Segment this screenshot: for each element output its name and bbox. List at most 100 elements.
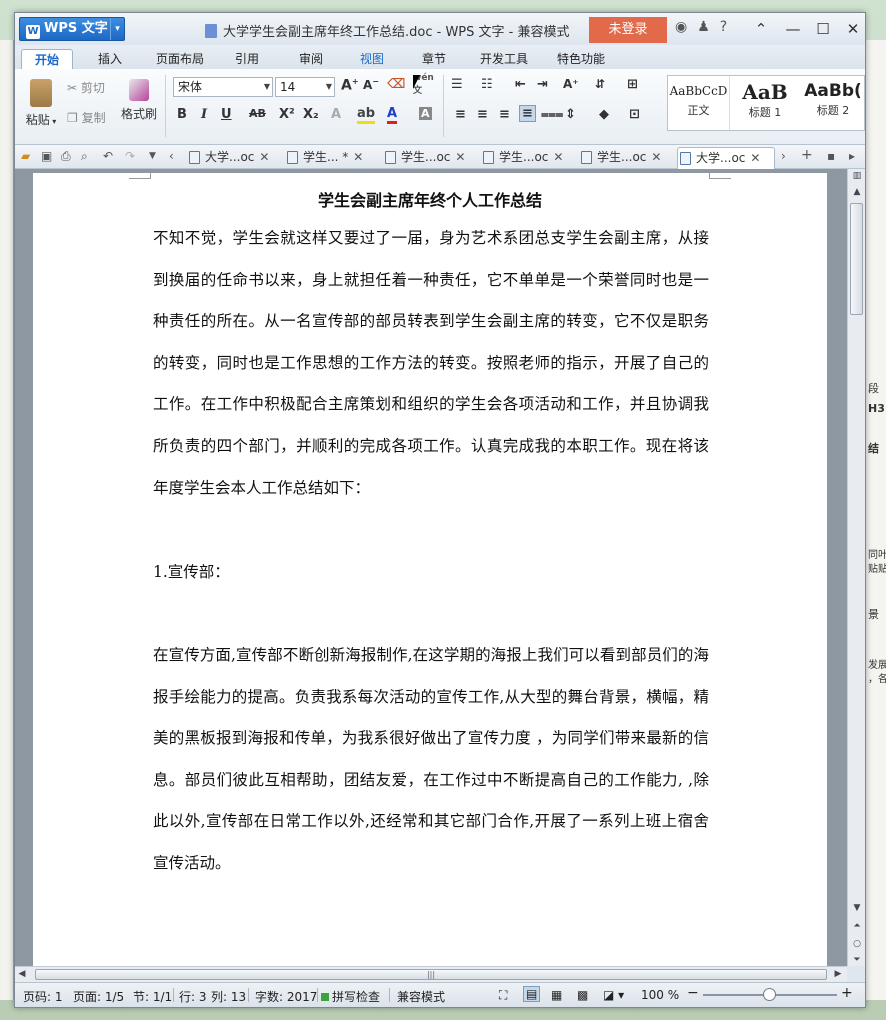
tab-list-icon[interactable]: ▪	[827, 149, 835, 163]
tab-options-icon[interactable]: ▸	[849, 149, 855, 163]
style-heading-1[interactable]: AaB 标题 1	[732, 76, 798, 130]
format-painter-button[interactable]: 格式刷	[119, 79, 159, 122]
horizontal-scrollbar[interactable]: ◀ ||| ▶	[15, 966, 847, 982]
new-tab-icon[interactable]: +	[801, 147, 813, 163]
close-icon[interactable]: ✕	[259, 150, 269, 164]
decrease-indent-icon[interactable]: ⇤	[515, 77, 526, 92]
page-view-icon[interactable]: ▤	[523, 986, 541, 1002]
print-preview-icon[interactable]: ⌕	[81, 149, 88, 164]
chevron-right-icon[interactable]: ›	[781, 149, 786, 163]
sort-icon[interactable]: ⇵	[595, 77, 605, 91]
web-view-icon[interactable]: ▩	[577, 988, 588, 1002]
spell-check-toggle[interactable]: 拼写检查	[321, 988, 380, 1005]
vertical-scroll-thumb[interactable]	[850, 203, 863, 315]
print-icon[interactable]: ⎙	[61, 149, 71, 164]
split-view-icon[interactable]: ▥	[848, 171, 866, 181]
align-right-icon[interactable]: ≡	[499, 107, 510, 122]
collapse-ribbon-button[interactable]: ⌃	[749, 17, 773, 41]
align-left-icon[interactable]: ≡	[455, 107, 466, 122]
redo-icon[interactable]: ↷	[125, 149, 135, 163]
select-browse-icon[interactable]: ○	[848, 939, 866, 949]
wps-menu-button[interactable]: W WPS 文字 ▾	[19, 17, 125, 41]
minimize-button[interactable]: —	[781, 17, 805, 41]
doc-tab[interactable]: 学生...oc ✕	[481, 147, 573, 169]
save-icon[interactable]: ▣	[41, 149, 52, 163]
next-page-icon[interactable]: ⏷	[848, 955, 866, 965]
font-name-select[interactable]: 宋体 ▼	[173, 77, 273, 97]
doc-tab[interactable]: 学生... * ✕	[285, 147, 377, 169]
undo-icon[interactable]: ↶	[103, 149, 113, 163]
open-folder-icon[interactable]: ▰	[21, 149, 30, 163]
doc-tab[interactable]: 学生...oc ✕	[383, 147, 475, 169]
help-icon[interactable]: ?	[720, 19, 737, 35]
tab-review[interactable]: 审阅	[287, 49, 335, 69]
clear-format-icon[interactable]: ⌫	[387, 77, 405, 92]
text-effect-icon[interactable]: A	[331, 107, 341, 122]
chevron-down-icon[interactable]: ▼	[149, 151, 156, 161]
status-word-count[interactable]: 字数: 2017	[255, 988, 317, 1005]
tab-page-layout[interactable]: 页面布局	[149, 49, 211, 69]
align-center-icon[interactable]: ≡	[477, 107, 488, 122]
chevron-left-icon[interactable]: ‹	[169, 149, 174, 163]
font-size-select[interactable]: 14 ▼	[275, 77, 335, 97]
grow-font-button[interactable]: A+	[341, 77, 359, 94]
shading-icon[interactable]: ◆	[599, 107, 609, 122]
close-button[interactable]: ✕	[841, 17, 865, 41]
document-page[interactable]: 学生会副主席年终个人工作总结 不知不觉，学生会就这样又要过了一届，身为艺术系团总…	[33, 173, 827, 966]
close-icon[interactable]: ✕	[353, 150, 363, 164]
close-icon[interactable]: ✕	[553, 150, 563, 164]
shrink-font-button[interactable]: A−	[363, 77, 379, 92]
tab-features[interactable]: 特色功能	[549, 49, 613, 69]
highlight-icon[interactable]: ab	[357, 107, 376, 124]
horizontal-scroll-thumb[interactable]: |||	[35, 969, 827, 980]
line-spacing-icon[interactable]: ⇕	[565, 107, 576, 122]
numbering-icon[interactable]: ☷	[481, 77, 493, 92]
font-color-button[interactable]: A	[387, 107, 398, 124]
tab-developer[interactable]: 开发工具	[473, 49, 535, 69]
doc-tab[interactable]: 大学...oc ✕	[187, 147, 279, 169]
previous-page-icon[interactable]: ⏶	[848, 921, 866, 931]
close-icon[interactable]: ✕	[750, 151, 760, 165]
skin-icon[interactable]: ♟	[697, 19, 720, 35]
zoom-level[interactable]: 100 %	[641, 988, 679, 1002]
fullscreen-icon[interactable]: ⛶	[499, 988, 507, 1003]
zoom-out-icon[interactable]: −	[687, 985, 699, 1001]
copy-button[interactable]: ❐ 复制	[67, 109, 117, 126]
maximize-button[interactable]: ☐	[811, 17, 835, 41]
outline-view-icon[interactable]: ▦	[551, 988, 562, 1002]
subscript-button[interactable]: X₂	[303, 107, 319, 122]
doc-tab[interactable]: 学生...oc ✕	[579, 147, 671, 169]
distributed-icon[interactable]: ⩶	[541, 107, 563, 122]
justify-icon[interactable]: ≡	[519, 105, 536, 122]
border-icon[interactable]: ⊡	[629, 107, 640, 122]
text-direction-icon[interactable]: A⁺	[563, 77, 579, 91]
tab-references[interactable]: 引用	[225, 49, 269, 69]
cut-button[interactable]: ✂ 剪切	[67, 79, 117, 96]
login-button[interactable]: 未登录	[589, 17, 667, 43]
reading-view-icon[interactable]: ◪ ▾	[603, 988, 624, 1002]
strikethrough-button[interactable]: AB	[249, 107, 266, 120]
superscript-button[interactable]: X²	[279, 107, 295, 122]
scroll-down-icon[interactable]: ▼	[848, 903, 866, 913]
increase-indent-icon[interactable]: ⇥	[537, 77, 548, 92]
tab-insert[interactable]: 插入	[87, 49, 133, 69]
close-icon[interactable]: ✕	[455, 150, 465, 164]
tab-chapter[interactable]: 章节	[411, 49, 457, 69]
bold-button[interactable]: B	[177, 107, 187, 122]
tab-view[interactable]: 视图	[349, 49, 395, 69]
scroll-left-icon[interactable]: ◀	[15, 969, 29, 979]
table-icon[interactable]: ⊞	[627, 77, 638, 92]
close-icon[interactable]: ✕	[651, 150, 661, 164]
char-shading-icon[interactable]: A	[419, 107, 432, 120]
style-heading-2[interactable]: AaBb( 标题 2	[800, 76, 864, 130]
tab-home[interactable]: 开始	[21, 49, 73, 69]
chevron-down-icon[interactable]: ▾	[110, 18, 124, 40]
underline-button[interactable]: U	[221, 107, 232, 122]
italic-button[interactable]: I	[201, 107, 207, 122]
paste-button[interactable]: 粘贴 ▾	[21, 79, 61, 128]
vertical-scrollbar[interactable]: ▥ ▲ ▼ ⏶ ○ ⏷	[847, 169, 865, 966]
zoom-slider-handle[interactable]	[763, 988, 776, 1001]
zoom-in-icon[interactable]: +	[841, 985, 853, 1001]
bullets-icon[interactable]: ☰	[451, 77, 463, 92]
scroll-right-icon[interactable]: ▶	[831, 969, 845, 979]
